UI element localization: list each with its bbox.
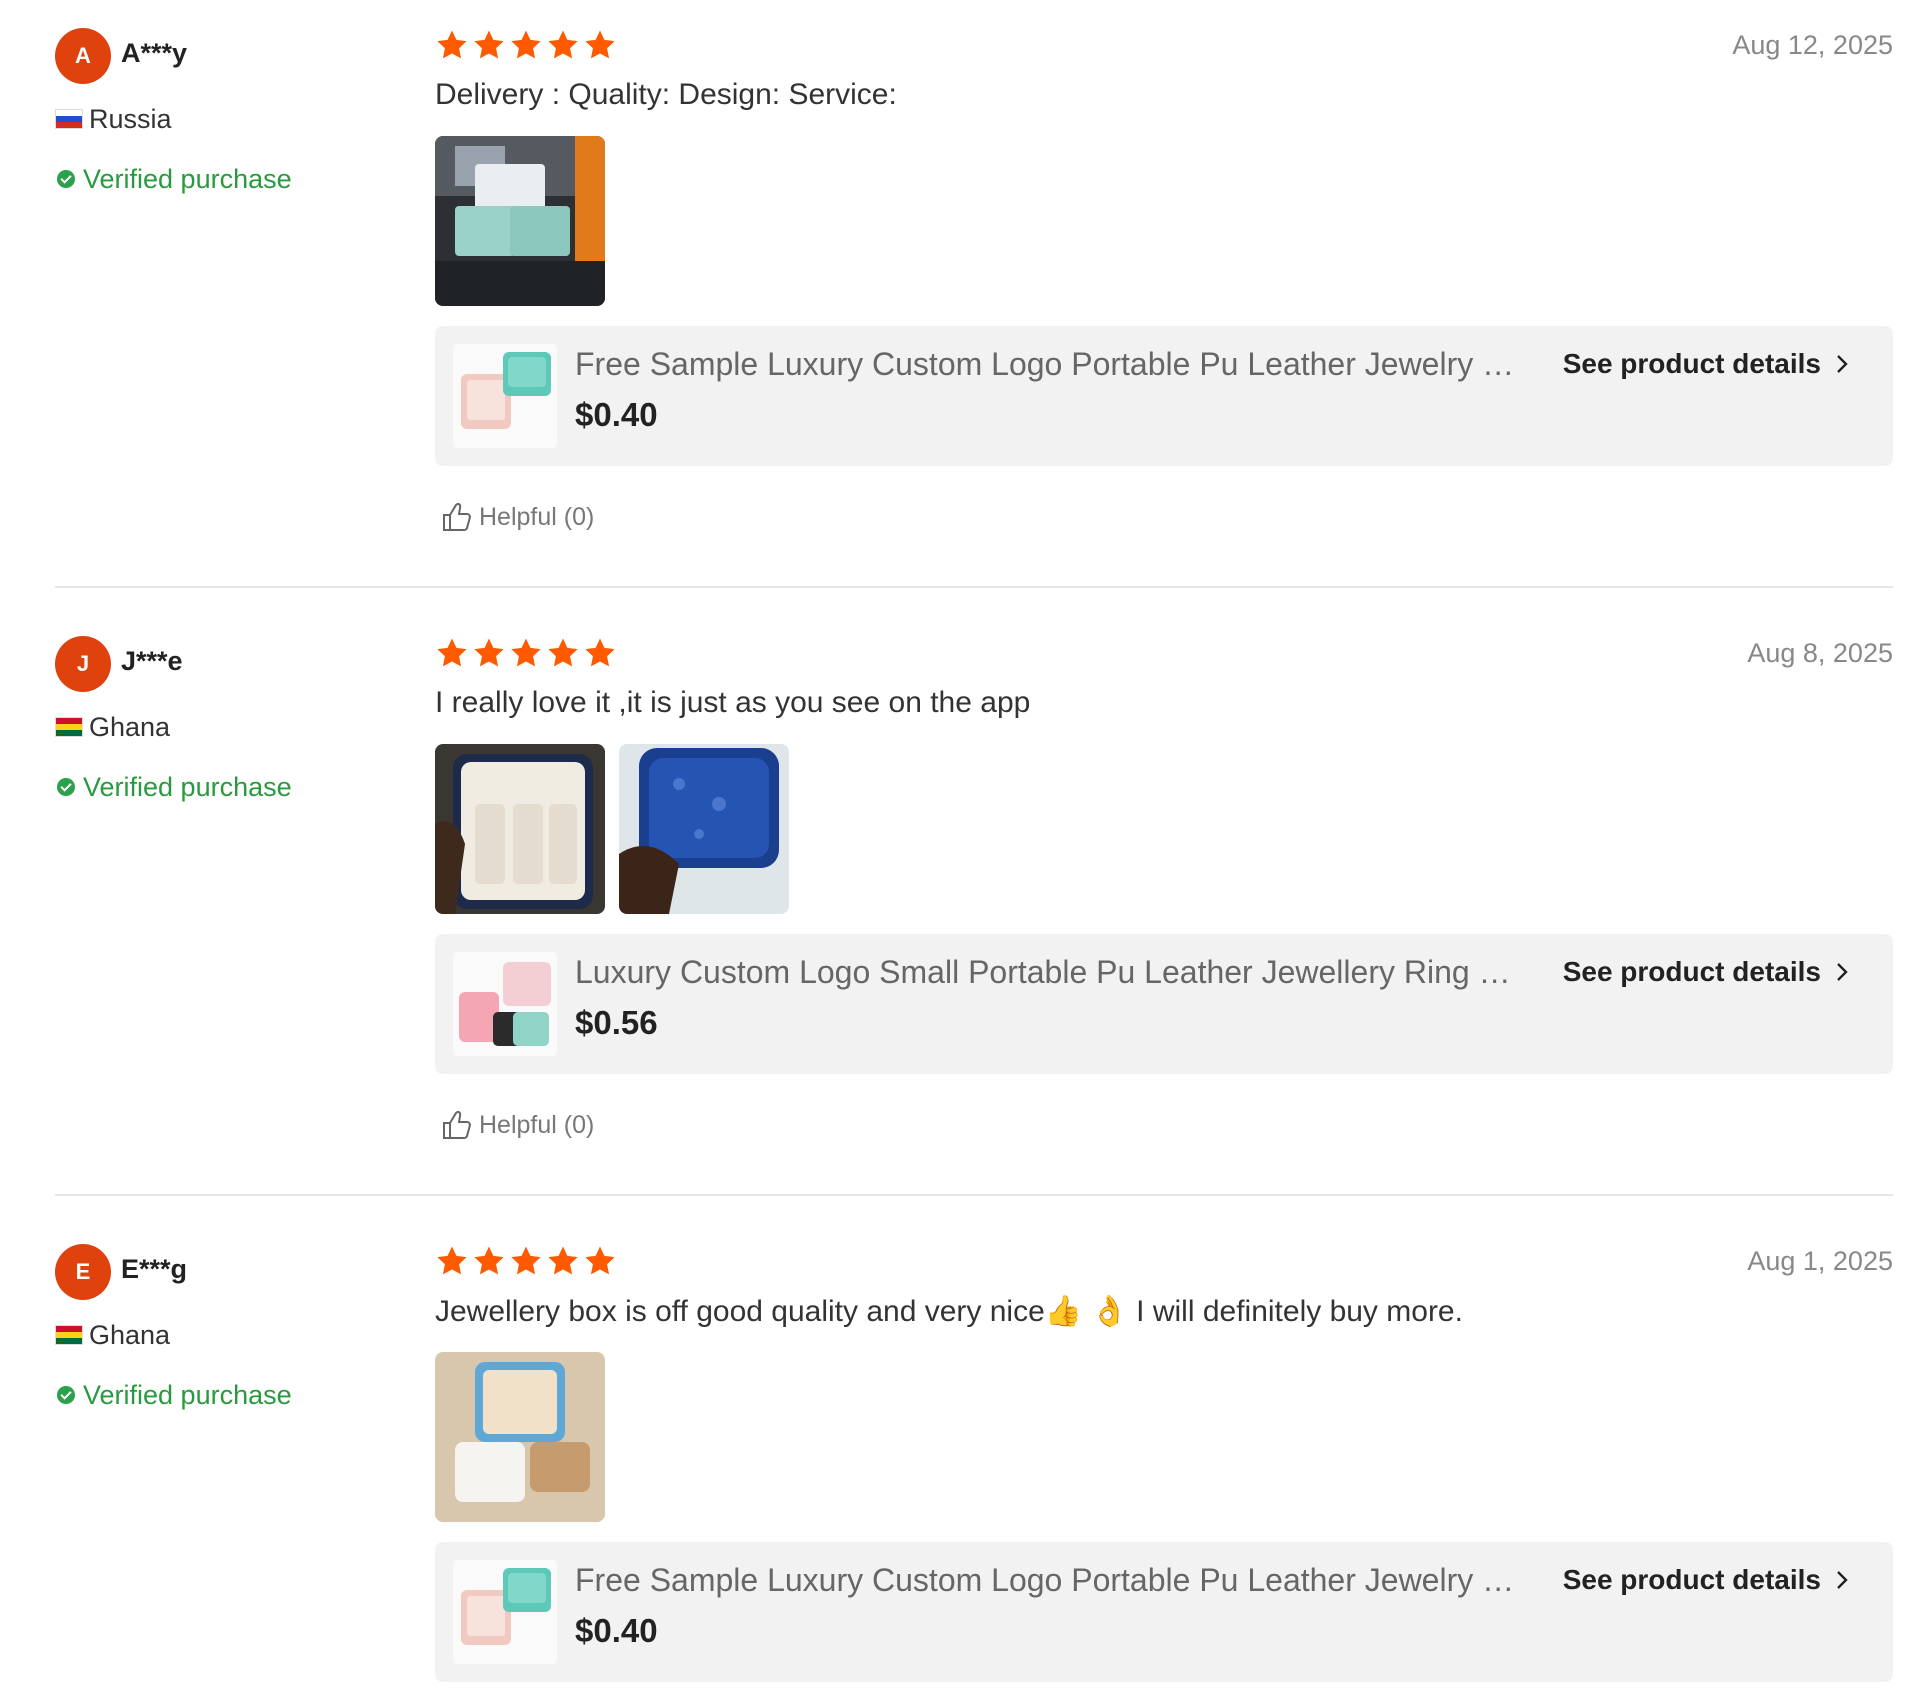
- product-title[interactable]: Luxury Custom Logo Small Portable Pu Lea…: [575, 954, 1515, 991]
- see-details-label: See product details: [1562, 348, 1821, 379]
- product-title[interactable]: Free Sample Luxury Custom Logo Portable …: [575, 1562, 1515, 1599]
- avatar: E: [55, 1244, 111, 1300]
- star-icon: [546, 28, 580, 62]
- star-icon: [472, 1244, 506, 1278]
- star-icon: [583, 1244, 617, 1278]
- review-divider: [55, 586, 1893, 588]
- see-details-label: See product details: [1562, 1564, 1821, 1595]
- star-icon: [435, 28, 469, 62]
- helpful-button[interactable]: Helpful (0): [441, 1108, 594, 1142]
- see-product-details-link[interactable]: See product details: [1563, 956, 1851, 988]
- avatar: A: [55, 28, 111, 84]
- see-product-details-link[interactable]: See product details: [1563, 348, 1851, 380]
- product-thumbnail: [453, 1560, 557, 1664]
- helpful-label: Helpful (0): [479, 1110, 595, 1139]
- star-icon: [546, 636, 580, 670]
- product-card[interactable]: Free Sample Luxury Custom Logo Portable …: [435, 1542, 1893, 1682]
- avatar: J: [55, 636, 111, 692]
- see-product-details-link[interactable]: See product details: [1563, 1564, 1851, 1596]
- star-icon: [472, 636, 506, 670]
- verified-check-icon: [57, 170, 75, 188]
- star-rating: [435, 28, 617, 62]
- star-icon: [435, 1244, 469, 1278]
- review-photo[interactable]: [435, 744, 605, 914]
- reviewer-country: Russia: [55, 104, 172, 134]
- product-title[interactable]: Free Sample Luxury Custom Logo Portable …: [575, 346, 1515, 383]
- see-details-label: See product details: [1562, 956, 1821, 987]
- review-text: I really love it ,it is just as you see …: [435, 686, 1031, 719]
- star-icon: [435, 636, 469, 670]
- star-icon: [509, 636, 543, 670]
- ghana-flag-icon: [55, 717, 83, 737]
- review-divider: [55, 1194, 1893, 1196]
- star-icon: [583, 636, 617, 670]
- review-photo[interactable]: [435, 136, 605, 306]
- review-date: Aug 1, 2025: [1747, 1246, 1893, 1276]
- review-photos: [435, 1352, 605, 1522]
- review-text: Jewellery box is off good quality and ve…: [435, 1295, 1463, 1328]
- reviewer-name: A***y: [121, 38, 188, 68]
- chevron-right-icon: [1833, 353, 1851, 375]
- star-rating: [435, 1244, 617, 1278]
- country-name: Ghana: [89, 1319, 171, 1350]
- product-price: $0.56: [575, 1004, 658, 1041]
- product-price: $0.40: [575, 1612, 658, 1649]
- reviewer-name: J***e: [121, 646, 183, 676]
- verified-check-icon: [57, 1386, 75, 1404]
- review-photos: [435, 136, 605, 306]
- thumbs-up-icon: [441, 1108, 473, 1142]
- chevron-right-icon: [1833, 961, 1851, 983]
- reviews-page: A A***y Russia Verified purchase Aug 12,…: [0, 0, 1920, 1700]
- verified-badge: Verified purchase: [55, 162, 292, 196]
- helpful-button[interactable]: Helpful (0): [441, 500, 594, 534]
- verified-label: Verified purchase: [83, 163, 292, 194]
- review-date: Aug 8, 2025: [1747, 638, 1893, 668]
- chevron-right-icon: [1833, 1569, 1851, 1591]
- country-name: Ghana: [89, 711, 171, 742]
- review-photos: [435, 744, 789, 914]
- product-thumbnail: [453, 952, 557, 1056]
- star-icon: [509, 1244, 543, 1278]
- verified-label: Verified purchase: [83, 771, 292, 802]
- star-rating: [435, 636, 617, 670]
- review-photo[interactable]: [619, 744, 789, 914]
- product-price: $0.40: [575, 396, 658, 433]
- review-text: Delivery : Quality: Design: Service:: [435, 78, 897, 111]
- verified-label: Verified purchase: [83, 1379, 292, 1410]
- star-icon: [472, 28, 506, 62]
- product-thumbnail: [453, 344, 557, 448]
- thumbs-up-icon: [441, 500, 473, 534]
- helpful-label: Helpful (0): [479, 502, 595, 531]
- reviewer-country: Ghana: [55, 1320, 170, 1350]
- verified-badge: Verified purchase: [55, 770, 292, 804]
- review-photo[interactable]: [435, 1352, 605, 1522]
- ghana-flag-icon: [55, 1325, 83, 1345]
- review-date: Aug 12, 2025: [1732, 30, 1893, 60]
- verified-badge: Verified purchase: [55, 1378, 292, 1412]
- reviewer-name: E***g: [121, 1254, 188, 1284]
- reviewer-country: Ghana: [55, 712, 170, 742]
- star-icon: [546, 1244, 580, 1278]
- product-card[interactable]: Luxury Custom Logo Small Portable Pu Lea…: [435, 934, 1893, 1074]
- star-icon: [583, 28, 617, 62]
- country-name: Russia: [89, 103, 172, 134]
- russia-flag-icon: [55, 109, 83, 129]
- star-icon: [509, 28, 543, 62]
- verified-check-icon: [57, 778, 75, 796]
- product-card[interactable]: Free Sample Luxury Custom Logo Portable …: [435, 326, 1893, 466]
